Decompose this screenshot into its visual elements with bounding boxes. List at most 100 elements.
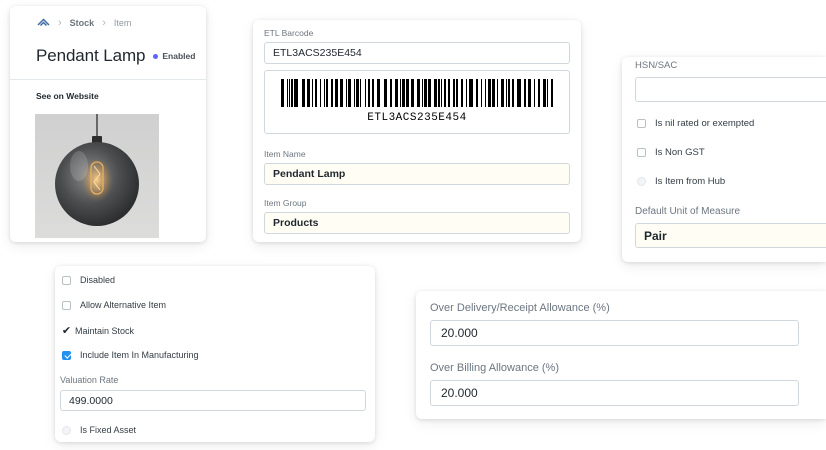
barcode-bar	[488, 79, 491, 107]
breadcrumb-stock[interactable]: Stock	[70, 18, 95, 28]
disabled-checkbox-row[interactable]: Disabled	[62, 275, 115, 285]
barcode-bar	[315, 79, 317, 107]
barcode-bar	[331, 79, 333, 107]
barcode-bar	[534, 79, 535, 107]
barcode-bar	[456, 79, 458, 107]
barcode-label: ETL Barcode	[264, 28, 314, 38]
barcode-bar	[528, 79, 531, 107]
barcode-bar	[453, 79, 455, 107]
valuation-rate-input[interactable]: 499.0000	[60, 390, 366, 411]
hsn-input[interactable]	[635, 77, 826, 102]
barcode-bar	[400, 79, 401, 107]
item-header-card: › Stock › Item Pendant Lamp Enabled See …	[10, 6, 206, 242]
checkbox[interactable]	[62, 275, 71, 285]
item-group-input[interactable]: Products	[264, 212, 570, 234]
status-dot-icon	[153, 53, 159, 59]
non-gst-label: Is Non GST	[655, 147, 705, 158]
barcode-input[interactable]: ETL3ACS235E454	[264, 42, 570, 64]
barcode-bar	[476, 79, 478, 107]
non-gst-checkbox-row[interactable]: Is Non GST	[637, 147, 705, 158]
item-name-label: Item Name	[264, 149, 306, 159]
barcode-bar	[390, 79, 392, 107]
checkbox[interactable]	[62, 425, 71, 435]
barcode-bar	[411, 79, 414, 107]
delivery-allowance-input[interactable]: 20.000	[430, 320, 799, 346]
breadcrumb: › Stock › Item	[37, 17, 131, 29]
barcode-bar	[434, 79, 437, 107]
breadcrumb-item[interactable]: Item	[114, 18, 132, 28]
barcode-bar	[356, 79, 359, 107]
allow-alternative-checkbox-row[interactable]: Allow Alternative Item	[62, 300, 166, 310]
barcode-bar	[497, 79, 498, 107]
nil-rated-checkbox-row[interactable]: Is nil rated or exempted	[637, 118, 754, 129]
barcode-bar	[444, 79, 446, 107]
barcode-bar	[372, 79, 374, 107]
barcode-bar	[287, 79, 288, 107]
stock-flags-card: Disabled Allow Alternative Item ✔ Mainta…	[55, 266, 375, 442]
fixed-asset-label: Is Fixed Asset	[80, 425, 137, 435]
divider	[10, 79, 206, 80]
include-manufacturing-label: Include Item In Manufacturing	[80, 350, 199, 360]
item-image[interactable]	[35, 114, 159, 238]
item-group-label: Item Group	[264, 198, 307, 208]
see-on-website-link[interactable]: See on Website	[36, 91, 99, 101]
barcode-bar	[307, 79, 310, 107]
chevron-right-icon: ›	[58, 17, 62, 29]
barcode-bar	[543, 79, 546, 107]
barcode-bar	[461, 79, 463, 107]
item-from-hub-checkbox-row[interactable]: Is Item from Hub	[637, 176, 725, 187]
barcode-bar	[501, 79, 504, 107]
maintain-stock-checkbox-row[interactable]: ✔ Maintain Stock	[61, 324, 134, 337]
barcode-bar	[320, 79, 321, 107]
include-manufacturing-checkbox-row[interactable]: Include Item In Manufacturing	[62, 350, 199, 360]
barcode-bar	[340, 79, 343, 107]
barcode-bar	[469, 79, 473, 107]
barcode-bar	[384, 79, 387, 107]
barcode-bar	[354, 79, 355, 107]
checkbox[interactable]	[637, 119, 646, 128]
barcode-bar	[524, 79, 526, 107]
item-name-input[interactable]: Pendant Lamp	[264, 163, 570, 185]
uom-input[interactable]: Pair	[635, 223, 826, 248]
barcode-bar	[517, 79, 521, 107]
barcode-bar	[326, 79, 328, 107]
barcode-bar	[547, 79, 548, 107]
fixed-asset-checkbox-row[interactable]: Is Fixed Asset	[62, 425, 136, 435]
delivery-allowance-label: Over Delivery/Receipt Allowance (%)	[430, 302, 610, 314]
barcode-bar	[294, 79, 298, 107]
checkbox[interactable]	[637, 148, 646, 157]
barcode-bar	[365, 79, 366, 107]
barcode-bar	[538, 79, 540, 107]
barcode-bar	[395, 79, 398, 107]
checkmark-icon[interactable]: ✔	[61, 324, 72, 337]
barcode-bar	[324, 79, 325, 107]
barcode-bar	[335, 79, 338, 107]
barcode-bar	[422, 79, 423, 107]
billing-allowance-input[interactable]: 20.000	[430, 380, 799, 406]
checkbox[interactable]	[637, 177, 646, 186]
barcode-bar	[377, 79, 380, 107]
allowance-card: Over Delivery/Receipt Allowance (%) 20.0…	[416, 291, 826, 419]
checkbox[interactable]	[62, 300, 71, 310]
nil-rated-label: Is nil rated or exempted	[655, 118, 755, 129]
barcode-bar	[481, 79, 482, 107]
barcode-bar	[492, 79, 495, 107]
barcode-bar	[406, 79, 409, 107]
checkbox-checked[interactable]	[62, 350, 71, 360]
hsn-label: HSN/SAC	[635, 60, 678, 71]
barcode-bar	[438, 79, 440, 107]
title-row: Pendant Lamp Enabled	[36, 46, 195, 66]
uom-label: Default Unit of Measure	[635, 206, 741, 217]
chevron-right-icon: ›	[102, 17, 106, 29]
barcode-bar	[346, 79, 347, 107]
app-logo-icon[interactable]	[37, 17, 50, 29]
barcode-bar	[424, 79, 427, 107]
barcode-bar	[302, 79, 305, 107]
barcode-bar	[368, 79, 370, 107]
barcode-card: ETL Barcode ETL3ACS235E454 ETL3ACS235E45…	[253, 20, 581, 242]
hsn-card: HSN/SAC Is nil rated or exempted Is Non …	[622, 57, 826, 262]
barcode-bar	[289, 79, 290, 107]
barcode-bar	[441, 79, 442, 107]
status-label: Enabled	[162, 51, 196, 61]
barcode-bar	[512, 79, 514, 107]
